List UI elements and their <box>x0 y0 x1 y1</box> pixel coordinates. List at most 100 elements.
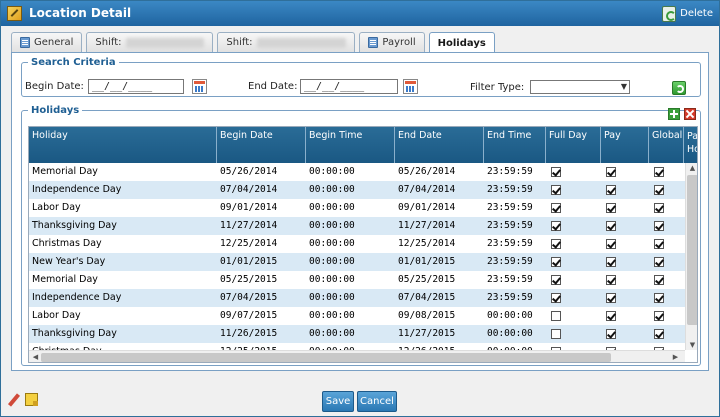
begin-date-cell: 11/26/2015 <box>220 328 278 339</box>
begin-time-cell: 00:00:00 <box>309 202 355 213</box>
scroll-up-icon[interactable]: ▲ <box>686 164 697 172</box>
full-day-checkbox-cell <box>546 271 601 289</box>
global-checkbox[interactable] <box>654 257 664 267</box>
tab-payroll[interactable]: Payroll <box>359 32 425 52</box>
full-day-checkbox[interactable] <box>551 329 561 339</box>
begin-time-cell: 00:00:00 <box>309 328 355 339</box>
full-day-checkbox[interactable] <box>551 239 561 249</box>
pay-checkbox[interactable] <box>606 185 616 195</box>
filter-type-select[interactable]: ▼ <box>530 80 630 94</box>
full-day-checkbox[interactable] <box>551 257 561 267</box>
pay-checkbox[interactable] <box>606 275 616 285</box>
pay-checkbox[interactable] <box>606 311 616 321</box>
begin-time-cell: 00:00:00 <box>306 343 395 350</box>
remove-holiday-button[interactable] <box>684 108 696 120</box>
edit-icon[interactable] <box>8 394 20 406</box>
scroll-down-icon[interactable]: ▼ <box>686 341 697 349</box>
full-day-checkbox[interactable] <box>551 311 561 321</box>
begin-time-cell: 00:00:00 <box>309 292 355 303</box>
add-holiday-button[interactable] <box>668 108 680 120</box>
calendar-icon[interactable] <box>192 79 207 94</box>
col-end-time[interactable]: End Time <box>484 127 546 163</box>
global-checkbox[interactable] <box>654 239 664 249</box>
table-row[interactable]: Thanksgiving Day 11/27/2014 00:00:00 11/27/… <box>29 217 685 235</box>
global-checkbox[interactable] <box>654 311 664 321</box>
table-row[interactable]: Christmas Day12/25/201500:00:0012/26/201… <box>29 343 685 350</box>
refresh-icon[interactable] <box>672 81 686 95</box>
tab-shift-1[interactable]: Shift: <box>86 32 214 52</box>
table-row[interactable]: Independence Day 07/04/2015 00:00:00 07/04/… <box>29 289 685 307</box>
begin-date-input[interactable]: __/__/____ <box>88 79 184 94</box>
cancel-button[interactable]: Cancel <box>357 391 397 412</box>
global-checkbox-cell <box>649 163 684 181</box>
scroll-thumb[interactable] <box>687 175 697 325</box>
pay-checkbox[interactable] <box>606 221 616 231</box>
horizontal-scrollbar[interactable]: ◀ ▶ <box>29 350 685 362</box>
table-row[interactable]: Labor Day 09/07/2015 00:00:00 09/08/2015 00:… <box>29 307 685 325</box>
table-row[interactable]: Christmas Day 12/25/2014 00:00:00 12/25/201… <box>29 235 685 253</box>
pay-checkbox[interactable] <box>606 203 616 213</box>
table-row[interactable]: Memorial Day 05/26/2014 00:00:00 05/26/2014… <box>29 163 685 181</box>
tab-shift-2[interactable]: Shift: <box>217 32 356 52</box>
global-checkbox[interactable] <box>654 185 664 195</box>
table-row[interactable]: Labor Day 09/01/2014 00:00:00 09/01/2014 23:… <box>29 199 685 217</box>
pencil-icon <box>7 6 22 21</box>
tab-holidays[interactable]: Holidays <box>428 32 495 53</box>
vertical-scrollbar[interactable]: ▲ ▼ <box>685 163 697 350</box>
global-checkbox[interactable] <box>654 167 664 177</box>
begin-date-label: Begin Date: <box>25 81 84 92</box>
full-day-checkbox-cell <box>546 307 601 325</box>
begin-time-cell: 00:00:00 <box>309 184 355 195</box>
global-checkbox-cell <box>649 271 684 289</box>
pay-checkbox[interactable] <box>606 293 616 303</box>
scroll-right-icon[interactable]: ▶ <box>669 353 682 361</box>
col-begin-time[interactable]: Begin Time <box>306 127 395 163</box>
tab-general[interactable]: General <box>11 32 83 52</box>
scroll-thumb[interactable] <box>41 353 611 362</box>
global-checkbox[interactable] <box>654 203 664 213</box>
end-date-input[interactable]: __/__/____ <box>300 79 398 94</box>
pay-checkbox[interactable] <box>606 167 616 177</box>
global-checkbox[interactable] <box>654 221 664 231</box>
begin-time-cell: 00:00:00 <box>309 166 355 177</box>
pay-checkbox[interactable] <box>606 239 616 249</box>
col-full-day[interactable]: Full Day <box>546 127 601 163</box>
begin-time-cell: 00:00:00 <box>309 238 355 249</box>
calendar-icon[interactable] <box>403 79 418 94</box>
full-day-checkbox[interactable] <box>551 275 561 285</box>
table-row[interactable]: Memorial Day 05/25/2015 00:00:00 05/25/2015… <box>29 271 685 289</box>
col-begin-date[interactable]: Begin Date <box>217 127 306 163</box>
table-row[interactable]: Independence Day 07/04/2014 00:00:00 07/04/… <box>29 181 685 199</box>
full-day-checkbox[interactable] <box>551 293 561 303</box>
col-pay-hours[interactable]: Pay Hours <box>684 127 697 163</box>
full-day-checkbox[interactable] <box>551 167 561 177</box>
col-global[interactable]: Global <box>649 127 684 163</box>
full-day-checkbox[interactable] <box>551 203 561 213</box>
col-end-date[interactable]: End Date <box>395 127 484 163</box>
delete-button[interactable]: Delete <box>662 5 713 22</box>
global-checkbox-cell <box>649 325 684 343</box>
holiday-cell: Christmas Day <box>32 238 102 249</box>
col-pay[interactable]: Pay <box>601 127 649 163</box>
col-holiday[interactable]: Holiday <box>29 127 217 163</box>
end-time-cell: 23:59:59 <box>487 184 533 195</box>
global-checkbox[interactable] <box>654 293 664 303</box>
save-button[interactable]: Save <box>322 391 354 412</box>
end-time-cell: 23:59:59 <box>487 256 533 267</box>
full-day-checkbox[interactable] <box>551 185 561 195</box>
table-row[interactable]: New Year's Day 01/01/2015 00:00:00 01/01/20… <box>29 253 685 271</box>
recycle-bin-icon <box>662 5 677 22</box>
table-row[interactable]: Thanksgiving Day 11/26/2015 00:00:00 11/27/… <box>29 325 685 343</box>
end-date-cell: 01/01/2015 <box>398 256 456 267</box>
note-icon[interactable] <box>25 393 38 406</box>
pay-checkbox[interactable] <box>606 329 616 339</box>
pay-checkbox[interactable] <box>606 257 616 267</box>
end-date-cell: 11/27/2015 <box>398 328 456 339</box>
pay-checkbox-cell <box>601 289 649 307</box>
document-icon <box>368 37 379 48</box>
global-checkbox[interactable] <box>654 329 664 339</box>
global-checkbox[interactable] <box>654 275 664 285</box>
begin-date-cell: 12/25/2014 <box>220 238 278 249</box>
end-date-cell: 09/01/2014 <box>398 202 456 213</box>
full-day-checkbox[interactable] <box>551 221 561 231</box>
